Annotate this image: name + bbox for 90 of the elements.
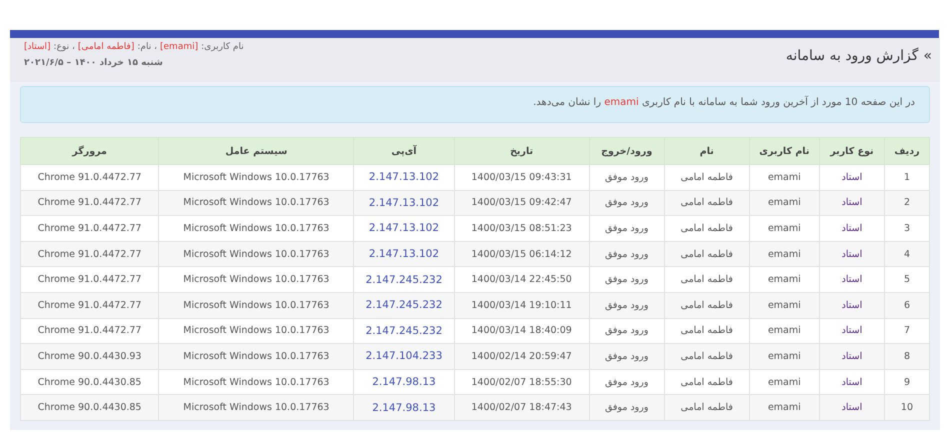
column-header: ردیف [884,138,930,164]
table-cell: فاطمه امامی [664,344,750,370]
table-cell: emami [749,190,820,216]
table-cell: emami [749,344,820,370]
table-cell: 3 [884,216,930,242]
table-cell: Microsoft Windows 10.0.17763 [158,394,354,420]
table-cell: Chrome 91.0.4472.77 [20,241,159,267]
ip-link[interactable]: 2.147.13.102 [354,241,454,267]
info-label: نام کاربری: [201,42,244,52]
chevron-icon: » [923,48,932,64]
table-cell: Microsoft Windows 10.0.17763 [158,266,354,292]
ip-link[interactable]: 2.147.245.232 [354,292,454,318]
table-cell: Microsoft Windows 10.0.17763 [158,216,354,242]
column-header: مرورگر [20,138,159,164]
ip-link[interactable]: 2.147.13.102 [354,216,454,242]
table-cell: Microsoft Windows 10.0.17763 [158,164,354,190]
table-cell: 1400/02/07 18:47:43 [454,394,590,420]
ip-link[interactable]: 2.147.104.233 [354,344,454,370]
table-cell: Chrome 90.0.4430.93 [20,344,159,370]
table-cell: Chrome 91.0.4472.77 [20,190,159,216]
page-title: گزارش ورود به سامانه [786,48,918,64]
table-cell: emami [749,266,820,292]
table-cell: ورود موفق [589,216,664,242]
table-cell: استاد [819,241,884,267]
ip-link[interactable]: 2.147.245.232 [354,266,454,292]
table-cell: 1400/02/14 20:59:47 [454,344,590,370]
column-header: ورود/خروج [589,138,664,164]
table-cell: emami [749,216,820,242]
table-cell: استاد [819,164,884,190]
table-cell: فاطمه امامی [664,216,750,242]
table-cell: ورود موفق [589,190,664,216]
table-cell: emami [749,164,820,190]
table-cell: استاد [819,190,884,216]
info-label: ، نام: [137,42,157,52]
table-cell: Chrome 91.0.4472.77 [20,164,159,190]
table-cell: 1400/03/15 08:51:23 [454,216,590,242]
date-text: شنبه ۱۵ خرداد ۱۴۰۰ – ۲۰۲۱/۶/۵ [24,58,163,68]
table-cell: ورود موفق [589,344,664,370]
column-header: نوع کاربر [819,138,884,164]
table-cell: فاطمه امامی [664,266,750,292]
table-cell: Chrome 91.0.4472.77 [20,216,159,242]
table-cell: استاد [819,394,884,420]
table-cell: Microsoft Windows 10.0.17763 [158,344,354,370]
table-cell: فاطمه امامی [664,164,750,190]
table-cell: ورود موفق [589,394,664,420]
table-cell: 6 [884,292,930,318]
info-value: [فاطمه امامی] [78,42,134,52]
table-cell: فاطمه امامی [664,394,750,420]
table-cell: Chrome 91.0.4472.77 [20,266,159,292]
table-cell: ورود موفق [589,292,664,318]
table-cell: emami [749,292,820,318]
info-label: ، نوع: [54,42,75,52]
table-cell: ورود موفق [589,241,664,267]
table-cell: 1400/03/14 19:10:11 [454,292,590,318]
table-cell: 8 [884,344,930,370]
table-cell: Microsoft Windows 10.0.17763 [158,292,354,318]
info-value: [emami] [160,42,198,52]
table-cell: استاد [819,344,884,370]
table-cell: Chrome 90.0.4430.85 [20,394,159,420]
table-cell: 1400/03/14 22:45:50 [454,266,590,292]
ip-link[interactable]: 2.147.98.13 [354,394,454,420]
table-cell: 5 [884,266,930,292]
info-value: [استاد] [24,42,51,52]
table-cell: استاد [819,216,884,242]
table-cell: فاطمه امامی [664,292,750,318]
table-cell: استاد [819,266,884,292]
table-cell: Chrome 91.0.4472.77 [20,292,159,318]
table-cell: 4 [884,241,930,267]
table-cell: 1400/03/15 09:43:31 [454,164,590,190]
table-cell: 10 [884,394,930,420]
column-header: تاریخ [454,138,590,164]
table-cell: Microsoft Windows 10.0.17763 [158,190,354,216]
table-cell: 1400/03/15 06:14:12 [454,241,590,267]
table-cell: ورود موفق [589,266,664,292]
table-cell: Microsoft Windows 10.0.17763 [158,241,354,267]
table-cell: فاطمه امامی [664,190,750,216]
column-header: آی‌پی [354,138,454,164]
table-cell: 1 [884,164,930,190]
table-cell: 2 [884,190,930,216]
column-header: سیستم عامل [158,138,354,164]
table-cell: فاطمه امامی [664,241,750,267]
table-cell: استاد [819,292,884,318]
column-header: نام کاربری [749,138,820,164]
table-cell: emami [749,394,820,420]
table-cell: ورود موفق [589,164,664,190]
column-header: نام [664,138,750,164]
table-cell: 1400/03/15 09:42:47 [454,190,590,216]
ip-link[interactable]: 2.147.13.102 [354,190,454,216]
table-cell: emami [749,241,820,267]
ip-link[interactable]: 2.147.13.102 [354,164,454,190]
